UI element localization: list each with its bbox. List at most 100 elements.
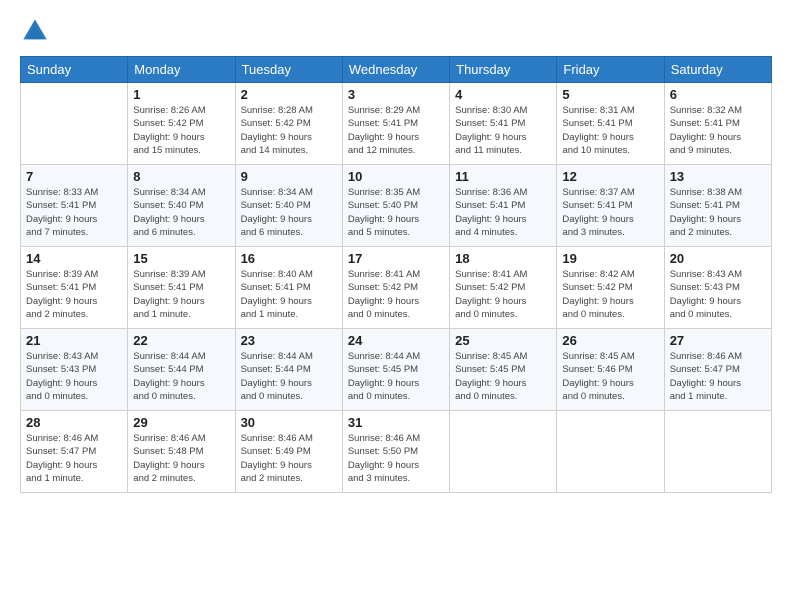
day-cell: 9 Sunrise: 8:34 AMSunset: 5:40 PMDaylight… bbox=[235, 165, 342, 247]
day-cell: 14Sunrise: 8:39 AMSunset: 5:41 PMDayligh… bbox=[21, 247, 128, 329]
day-cell: 29 Sunrise: 8:46 AMSunset: 5:48 PMDayligh… bbox=[128, 411, 235, 493]
day-number: 9 bbox=[241, 169, 337, 184]
logo-icon bbox=[20, 16, 50, 46]
weekday-header-saturday: Saturday bbox=[664, 57, 771, 83]
weekday-header-row: SundayMondayTuesdayWednesdayThursdayFrid… bbox=[21, 57, 772, 83]
day-cell: 30 Sunrise: 8:46 AMSunset: 5:49 PMDayligh… bbox=[235, 411, 342, 493]
day-number: 21 bbox=[26, 333, 122, 348]
calendar: SundayMondayTuesdayWednesdayThursdayFrid… bbox=[20, 56, 772, 493]
day-number: 22 bbox=[133, 333, 229, 348]
weekday-header-sunday: Sunday bbox=[21, 57, 128, 83]
weekday-header-monday: Monday bbox=[128, 57, 235, 83]
day-number: 11 bbox=[455, 169, 551, 184]
week-row-3: 21 Sunrise: 8:43 AMSunset: 5:43 PMDayligh… bbox=[21, 329, 772, 411]
day-cell bbox=[450, 411, 557, 493]
day-number: 1 bbox=[133, 87, 229, 102]
day-cell: 11 Sunrise: 8:36 AMSunset: 5:41 PMDayligh… bbox=[450, 165, 557, 247]
day-cell: 28 Sunrise: 8:46 AMSunset: 5:47 PMDayligh… bbox=[21, 411, 128, 493]
day-info: Sunrise: 8:44 AMSunset: 5:44 PMDaylight:… bbox=[133, 350, 229, 403]
day-info: Sunrise: 8:31 AMSunset: 5:41 PMDaylight:… bbox=[562, 104, 658, 157]
day-number: 6 bbox=[670, 87, 766, 102]
day-info: Sunrise: 8:43 AMSunset: 5:43 PMDaylight:… bbox=[26, 350, 122, 403]
day-cell: 25Sunrise: 8:45 AMSunset: 5:45 PMDayligh… bbox=[450, 329, 557, 411]
day-cell: 13Sunrise: 8:38 AMSunset: 5:41 PMDayligh… bbox=[664, 165, 771, 247]
day-cell: 16Sunrise: 8:40 AMSunset: 5:41 PMDayligh… bbox=[235, 247, 342, 329]
day-info: Sunrise: 8:30 AMSunset: 5:41 PMDaylight:… bbox=[455, 104, 551, 157]
day-number: 26 bbox=[562, 333, 658, 348]
day-cell: 20 Sunrise: 8:43 AMSunset: 5:43 PMDayligh… bbox=[664, 247, 771, 329]
day-info: Sunrise: 8:44 AMSunset: 5:45 PMDaylight:… bbox=[348, 350, 444, 403]
day-info: Sunrise: 8:33 AMSunset: 5:41 PMDaylight:… bbox=[26, 186, 122, 239]
day-info: Sunrise: 8:36 AMSunset: 5:41 PMDaylight:… bbox=[455, 186, 551, 239]
day-number: 24 bbox=[348, 333, 444, 348]
weekday-header-wednesday: Wednesday bbox=[342, 57, 449, 83]
day-info: Sunrise: 8:45 AMSunset: 5:46 PMDaylight:… bbox=[562, 350, 658, 403]
weekday-header-thursday: Thursday bbox=[450, 57, 557, 83]
day-info: Sunrise: 8:41 AMSunset: 5:42 PMDaylight:… bbox=[348, 268, 444, 321]
day-cell: 15 Sunrise: 8:39 AMSunset: 5:41 PMDayligh… bbox=[128, 247, 235, 329]
day-info: Sunrise: 8:32 AMSunset: 5:41 PMDaylight:… bbox=[670, 104, 766, 157]
day-info: Sunrise: 8:46 AMSunset: 5:48 PMDaylight:… bbox=[133, 432, 229, 485]
day-number: 14 bbox=[26, 251, 122, 266]
day-number: 27 bbox=[670, 333, 766, 348]
week-row-2: 14 Sunrise: 8:39 AMSunset: 5:41 PMDayligh… bbox=[21, 247, 772, 329]
day-cell: 17 Sunrise: 8:41 AMSunset: 5:42 PMDayligh… bbox=[342, 247, 449, 329]
day-cell: 7Sunrise: 8:33 AMSunset: 5:41 PMDaylight… bbox=[21, 165, 128, 247]
day-info: Sunrise: 8:38 AMSunset: 5:41 PMDaylight:… bbox=[670, 186, 766, 239]
weekday-header-friday: Friday bbox=[557, 57, 664, 83]
day-cell: 3 Sunrise: 8:29 AMSunset: 5:41 PMDaylight… bbox=[342, 83, 449, 165]
day-info: Sunrise: 8:29 AMSunset: 5:41 PMDaylight:… bbox=[348, 104, 444, 157]
day-cell: 12Sunrise: 8:37 AMSunset: 5:41 PMDayligh… bbox=[557, 165, 664, 247]
header bbox=[20, 16, 772, 46]
day-info: Sunrise: 8:34 AMSunset: 5:40 PMDaylight:… bbox=[241, 186, 337, 239]
day-number: 17 bbox=[348, 251, 444, 266]
day-cell bbox=[21, 83, 128, 165]
logo bbox=[20, 16, 54, 46]
day-cell bbox=[664, 411, 771, 493]
day-cell: 18 Sunrise: 8:41 AMSunset: 5:42 PMDayligh… bbox=[450, 247, 557, 329]
day-number: 18 bbox=[455, 251, 551, 266]
day-cell: 23 Sunrise: 8:44 AMSunset: 5:44 PMDayligh… bbox=[235, 329, 342, 411]
day-info: Sunrise: 8:35 AMSunset: 5:40 PMDaylight:… bbox=[348, 186, 444, 239]
day-cell: 19Sunrise: 8:42 AMSunset: 5:42 PMDayligh… bbox=[557, 247, 664, 329]
day-cell: 2Sunrise: 8:28 AMSunset: 5:42 PMDaylight… bbox=[235, 83, 342, 165]
day-info: Sunrise: 8:26 AMSunset: 5:42 PMDaylight:… bbox=[133, 104, 229, 157]
day-cell: 4Sunrise: 8:30 AMSunset: 5:41 PMDaylight… bbox=[450, 83, 557, 165]
day-cell: 22 Sunrise: 8:44 AMSunset: 5:44 PMDayligh… bbox=[128, 329, 235, 411]
day-info: Sunrise: 8:37 AMSunset: 5:41 PMDaylight:… bbox=[562, 186, 658, 239]
day-number: 29 bbox=[133, 415, 229, 430]
day-number: 10 bbox=[348, 169, 444, 184]
page: SundayMondayTuesdayWednesdayThursdayFrid… bbox=[0, 0, 792, 612]
day-number: 20 bbox=[670, 251, 766, 266]
day-number: 5 bbox=[562, 87, 658, 102]
day-number: 3 bbox=[348, 87, 444, 102]
day-info: Sunrise: 8:40 AMSunset: 5:41 PMDaylight:… bbox=[241, 268, 337, 321]
weekday-header-tuesday: Tuesday bbox=[235, 57, 342, 83]
day-cell: 31 Sunrise: 8:46 AMSunset: 5:50 PMDayligh… bbox=[342, 411, 449, 493]
day-number: 8 bbox=[133, 169, 229, 184]
day-number: 23 bbox=[241, 333, 337, 348]
day-number: 31 bbox=[348, 415, 444, 430]
day-info: Sunrise: 8:46 AMSunset: 5:49 PMDaylight:… bbox=[241, 432, 337, 485]
day-number: 28 bbox=[26, 415, 122, 430]
day-info: Sunrise: 8:41 AMSunset: 5:42 PMDaylight:… bbox=[455, 268, 551, 321]
day-cell bbox=[557, 411, 664, 493]
day-info: Sunrise: 8:46 AMSunset: 5:47 PMDaylight:… bbox=[670, 350, 766, 403]
day-cell: 10 Sunrise: 8:35 AMSunset: 5:40 PMDayligh… bbox=[342, 165, 449, 247]
day-cell: 27 Sunrise: 8:46 AMSunset: 5:47 PMDayligh… bbox=[664, 329, 771, 411]
day-info: Sunrise: 8:43 AMSunset: 5:43 PMDaylight:… bbox=[670, 268, 766, 321]
week-row-4: 28 Sunrise: 8:46 AMSunset: 5:47 PMDayligh… bbox=[21, 411, 772, 493]
day-info: Sunrise: 8:46 AMSunset: 5:50 PMDaylight:… bbox=[348, 432, 444, 485]
day-number: 30 bbox=[241, 415, 337, 430]
day-number: 15 bbox=[133, 251, 229, 266]
day-info: Sunrise: 8:34 AMSunset: 5:40 PMDaylight:… bbox=[133, 186, 229, 239]
day-cell: 1 Sunrise: 8:26 AMSunset: 5:42 PMDaylight… bbox=[128, 83, 235, 165]
day-info: Sunrise: 8:44 AMSunset: 5:44 PMDaylight:… bbox=[241, 350, 337, 403]
day-cell: 21 Sunrise: 8:43 AMSunset: 5:43 PMDayligh… bbox=[21, 329, 128, 411]
day-cell: 8 Sunrise: 8:34 AMSunset: 5:40 PMDaylight… bbox=[128, 165, 235, 247]
day-number: 19 bbox=[562, 251, 658, 266]
week-row-0: 1 Sunrise: 8:26 AMSunset: 5:42 PMDaylight… bbox=[21, 83, 772, 165]
day-info: Sunrise: 8:39 AMSunset: 5:41 PMDaylight:… bbox=[133, 268, 229, 321]
day-info: Sunrise: 8:46 AMSunset: 5:47 PMDaylight:… bbox=[26, 432, 122, 485]
day-info: Sunrise: 8:45 AMSunset: 5:45 PMDaylight:… bbox=[455, 350, 551, 403]
